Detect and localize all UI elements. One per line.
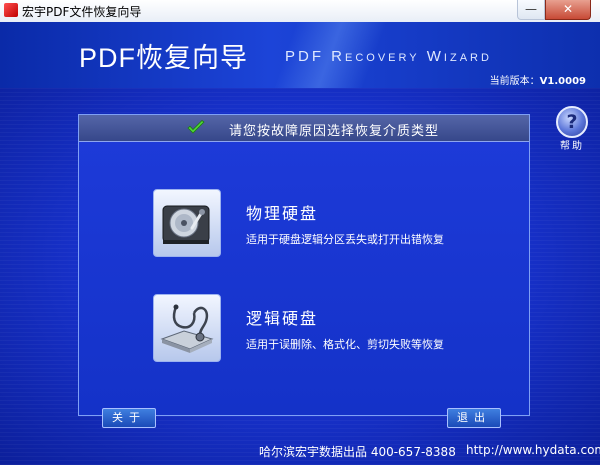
app-icon: [4, 3, 18, 17]
exit-button[interactable]: 退出: [447, 408, 501, 428]
panel-header: 请您按故障原因选择恢复介质类型: [79, 115, 529, 142]
physical-disk-description: 适用于硬盘逻辑分区丢失或打开出错恢复: [246, 233, 444, 246]
app-title: PDF恢复向导: [79, 43, 248, 73]
about-button[interactable]: 关于: [102, 408, 156, 428]
recovery-type-panel: 请您按故障原因选择恢复介质类型 物理硬盘 适用于硬盘逻辑分区丢失或打开出错恢复: [78, 114, 530, 416]
company-info: 哈尔滨宏宇数据出品 400-657-8388: [259, 445, 456, 459]
close-button[interactable]: ✕: [545, 0, 591, 20]
app-window: 宏宇PDF文件恢复向导 — ✕ PDF恢复向导 PDF Recovery Wiz…: [0, 0, 600, 465]
title-bar: 宏宇PDF文件恢复向导 — ✕: [0, 0, 600, 23]
logical-disk-description: 适用于误删除、格式化、剪切失败等恢复: [246, 338, 444, 351]
version-value: V1.0009: [539, 76, 586, 87]
physical-disk-title[interactable]: 物理硬盘: [246, 200, 318, 224]
panel-body: 物理硬盘 适用于硬盘逻辑分区丢失或打开出错恢复 逻辑硬盘 适用于误删除、格式化、…: [79, 142, 529, 415]
hard-disk-icon: [162, 205, 210, 244]
help-icon[interactable]: ?: [556, 106, 588, 138]
help-label[interactable]: 帮助: [556, 137, 588, 152]
logical-disk-option-image[interactable]: [153, 294, 221, 362]
version-info: 当前版本：V1.0009: [490, 72, 586, 87]
checkmark-icon: [187, 120, 205, 134]
app-subtitle: PDF Recovery Wizard: [285, 48, 492, 65]
version-label: 当前版本：: [489, 76, 540, 87]
disk-stethoscope-icon: [160, 304, 214, 353]
logical-disk-title[interactable]: 逻辑硬盘: [246, 305, 318, 329]
panel-title: 请您按故障原因选择恢复介质类型: [229, 124, 440, 139]
minimize-button[interactable]: —: [517, 0, 545, 20]
window-title: 宏宇PDF文件恢复向导: [22, 5, 142, 19]
physical-disk-option-image[interactable]: [153, 189, 221, 257]
website-link[interactable]: http://www.hydata.com: [466, 443, 600, 457]
